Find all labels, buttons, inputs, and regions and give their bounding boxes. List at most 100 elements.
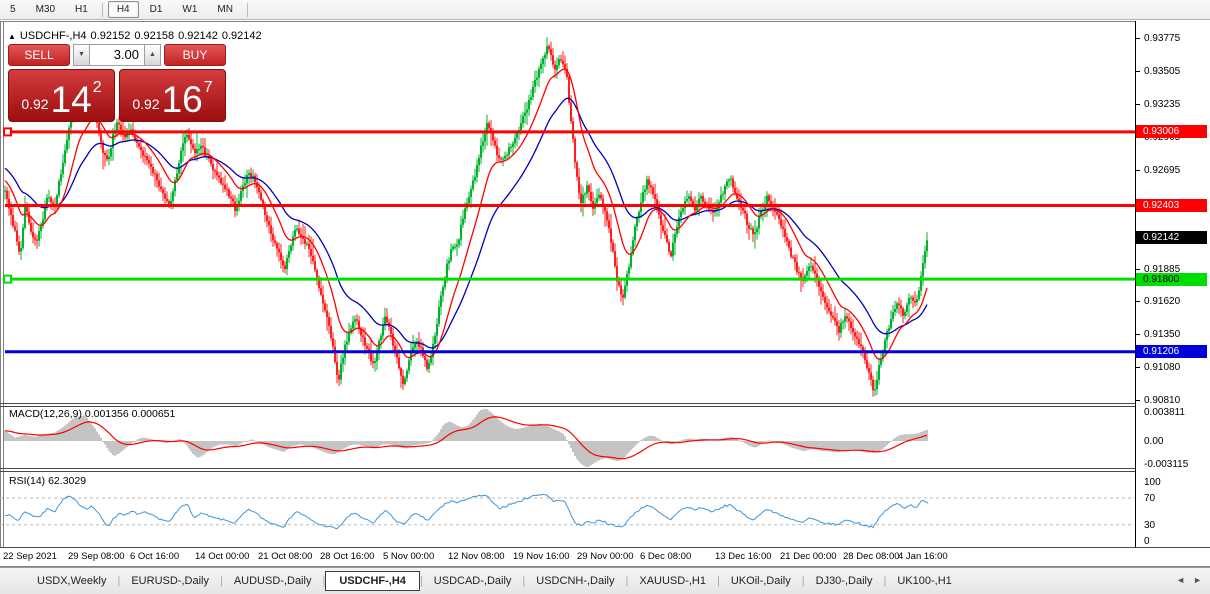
chart-tab-usdchf-h4[interactable]: USDCHF-,H4: [325, 571, 420, 591]
sell-price-big: 14: [50, 79, 92, 120]
time-axis-label: 14 Oct 00:00: [195, 551, 250, 562]
macd-scale-label: -0.003115: [1144, 459, 1189, 470]
sell-price-base: 0.92: [21, 96, 49, 112]
price-level-box: 0.92142: [1136, 230, 1207, 244]
axis-tick-mark: [1136, 334, 1140, 336]
ohlc-open: 0.92152: [90, 30, 131, 42]
price-level-box: 0.91206: [1136, 345, 1207, 359]
axis-tick-mark: [1136, 38, 1140, 39]
timeframe-button-5[interactable]: 5: [1, 1, 25, 18]
chart-tab-xauusd-h1[interactable]: XAUUSD-,H1: [628, 571, 717, 591]
axis-tick-mark: [1136, 400, 1140, 402]
chart-tab-ukoil-daily[interactable]: UKOil-,Daily: [720, 571, 802, 591]
time-axis-label: 6 Oct 16:00: [130, 551, 180, 562]
time-axis-label: 28 Dec 08:00: [843, 551, 900, 562]
mt4-terminal: 5 M30 H1 H4 D1 W1 MN ▲ USDCHF-,H4 0.92152 0.92158…: [0, 0, 1210, 594]
buy-price-pip: 7: [203, 79, 213, 96]
macd-scale-label: 0.00: [1144, 436, 1164, 447]
time-axis-label: 5 Nov 00:00: [383, 551, 435, 562]
symbol-period-label: USDCHF-,H4: [19, 30, 87, 42]
macd-label: MACD(12,26,9) 0.001356 0.000651: [9, 408, 176, 420]
timeframe-button-h1[interactable]: H1: [66, 1, 97, 18]
time-axis-label: 4 Jan 16:00: [898, 551, 948, 562]
window-top-border: [0, 21, 1210, 22]
buy-price-base: 0.92: [132, 96, 160, 112]
macd-scale-label: 0.003811: [1144, 407, 1185, 418]
sell-button[interactable]: SELL: [8, 44, 70, 66]
rsi-indicator-pane[interactable]: [0, 472, 1135, 546]
price-level-box: 0.93006: [1136, 125, 1207, 139]
time-axis-label: 21 Oct 08:00: [258, 551, 313, 562]
chart-tab-uk100-h1[interactable]: UK100-,H1: [886, 571, 962, 591]
timeframe-button-mn[interactable]: MN: [208, 1, 242, 18]
price-tick-label: 0.93775: [1144, 33, 1181, 44]
price-scale-axis[interactable]: 0.937750.935050.932350.929650.926950.918…: [1135, 21, 1210, 547]
sell-price-display[interactable]: 0.92 14 2: [8, 69, 115, 122]
price-tick-label: 0.92695: [1144, 164, 1181, 176]
time-axis-label: 19 Nov 16:00: [513, 551, 570, 562]
buy-button[interactable]: BUY: [164, 44, 226, 66]
chart-tab-usdx-weekly[interactable]: USDX,Weekly: [26, 571, 117, 591]
price-tick-label: 0.90810: [1144, 395, 1181, 407]
ohlc-low: 0.92142: [178, 30, 218, 42]
axis-tick-mark: [1136, 70, 1140, 72]
tab-scroll-right-icon[interactable]: ►: [1193, 575, 1202, 585]
time-axis-label: 6 Dec 08:00: [640, 551, 692, 562]
price-tick-label: 0.91080: [1144, 362, 1181, 374]
price-tick-label: 0.93235: [1144, 98, 1181, 110]
pane-separator[interactable]: [0, 471, 1210, 472]
chart-tab-usdcnh-daily[interactable]: USDCNH-,Daily: [525, 571, 625, 591]
rsi-label: RSI(14) 62.3029: [9, 475, 87, 487]
volume-decrease-button[interactable]: ▼: [73, 44, 90, 66]
axis-tick-mark: [1136, 169, 1140, 171]
axis-tick-mark: [1136, 301, 1140, 303]
rsi-scale-label: 70: [1144, 493, 1156, 505]
axis-tick-mark: [1136, 367, 1140, 369]
ohlc-close: 0.92142: [221, 30, 262, 42]
rsi-scale-label: 0: [1144, 535, 1150, 547]
time-axis-label: 28 Oct 16:00: [320, 551, 375, 562]
time-scale-axis[interactable]: 22 Sep 2021 29 Sep 08:00 6 Oct 16:00 14 Oct…: [0, 548, 1135, 566]
price-level-box: 0.92403: [1136, 199, 1207, 213]
timeframe-toolbar: 5 M30 H1 H4 D1 W1 MN: [0, 0, 1210, 20]
tab-scroll-nav: ◄ ►: [1168, 575, 1202, 585]
price-tick-label: 0.91620: [1144, 296, 1181, 308]
ohlc-high: 0.92158: [134, 30, 175, 42]
time-axis-label: 29 Sep 08:00: [68, 551, 125, 562]
pane-separator[interactable]: [0, 406, 1210, 407]
price-tick-label: 0.93505: [1144, 65, 1181, 77]
toolbar-separator: [246, 2, 248, 17]
timeframe-button-w1[interactable]: W1: [173, 1, 206, 18]
buy-price-display[interactable]: 0.92 16 7: [119, 69, 226, 122]
rsi-scale-label: 100: [1144, 477, 1161, 488]
rsi-scale-label: 30: [1144, 519, 1156, 531]
time-axis-label: 22 Sep 2021: [3, 551, 57, 562]
timeframe-button-d1[interactable]: D1: [141, 1, 172, 18]
time-axis-label: 13 Dec 16:00: [715, 551, 772, 562]
pane-separator[interactable]: [0, 403, 1210, 404]
volume-increase-button[interactable]: ▲: [144, 44, 161, 66]
one-click-trading-widget: SELL ▼ 3.00 ▲ BUY 0.92 14 2 0.92 16 7: [8, 44, 226, 122]
time-axis-label: 21 Dec 00:00: [780, 551, 837, 562]
price-tick-label: 0.91350: [1144, 329, 1181, 341]
collapse-triangle-icon[interactable]: ▲: [8, 32, 16, 41]
chart-ohlc-readout: ▲ USDCHF-,H4 0.92152 0.92158 0.92142 0.92142: [8, 30, 266, 42]
chart-tab-usdcad-daily[interactable]: USDCAD-,Daily: [423, 571, 523, 591]
timeframe-button-h4[interactable]: H4: [107, 1, 139, 18]
volume-stepper: ▼ 3.00 ▲: [73, 44, 161, 66]
chart-tab-dj30-daily[interactable]: DJ30-,Daily: [805, 571, 884, 591]
price-level-box: 0.91800: [1136, 272, 1207, 286]
chart-tab-eurusd-daily[interactable]: EURUSD-,Daily: [120, 571, 220, 591]
chart-tab-audusd-daily[interactable]: AUDUSD-,Daily: [223, 571, 323, 591]
sell-price-pip: 2: [92, 79, 102, 96]
time-axis-label: 12 Nov 08:00: [448, 551, 505, 562]
time-axis-label: 29 Nov 00:00: [577, 551, 634, 562]
volume-input[interactable]: 3.00: [90, 44, 144, 66]
axis-tick-mark: [1136, 268, 1140, 270]
toolbar-separator: [101, 2, 103, 17]
chart-tab-bar: USDX,Weekly | EURUSD-,Daily | AUDUSD-,Daily |…: [0, 567, 1210, 594]
tab-scroll-left-icon[interactable]: ◄: [1176, 575, 1185, 585]
buy-price-big: 16: [161, 79, 203, 120]
pane-separator[interactable]: [0, 468, 1210, 469]
timeframe-button-m30[interactable]: M30: [27, 1, 64, 18]
